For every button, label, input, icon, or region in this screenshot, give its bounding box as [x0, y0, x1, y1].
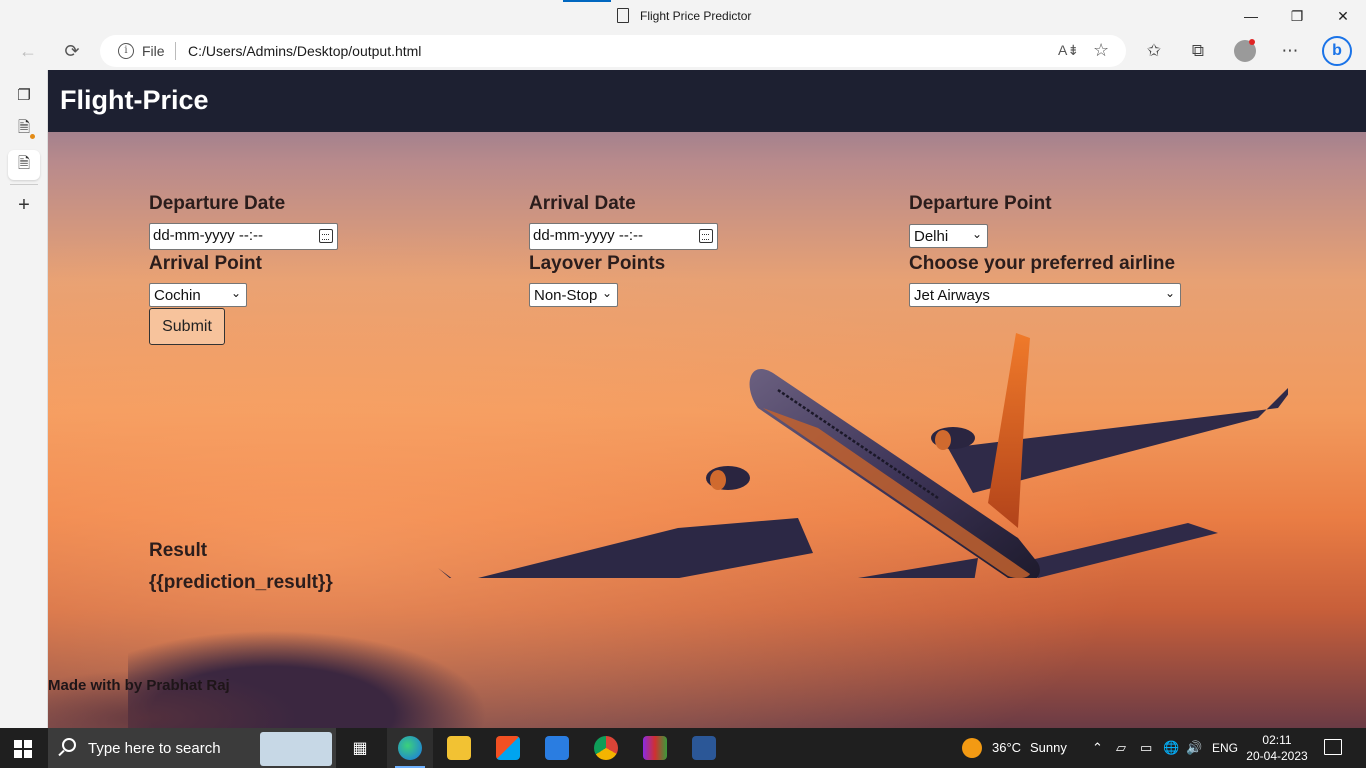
file-explorer-icon[interactable] [436, 728, 482, 768]
clock-date: 20-04-2023 [1246, 749, 1308, 763]
airline-label: Choose your preferred airline [909, 253, 1176, 274]
task-view-icon[interactable]: ▦ [337, 728, 383, 768]
result-value: {{prediction_result}} [149, 572, 333, 593]
chrome-icon[interactable] [583, 728, 629, 768]
meet-now-icon[interactable]: ▱ [1116, 740, 1126, 756]
taskbar-search[interactable]: Type here to search [48, 728, 336, 768]
tab-document-icon[interactable]: 🗎 [8, 114, 40, 144]
airline-value: Jet Airways [914, 287, 990, 304]
departure-date-input[interactable]: dd-mm-yyyy --:-- [149, 223, 338, 250]
chevron-down-icon: ⌄ [230, 286, 241, 300]
arrival-date-label: Arrival Date [529, 193, 636, 214]
weather-temperature[interactable]: 36°C [992, 740, 1021, 755]
departure-point-select[interactable]: Delhi ⌄ [909, 224, 988, 248]
arrival-point-select[interactable]: Cochin ⌄ [149, 283, 247, 307]
departure-date-placeholder: dd-mm-yyyy --:-- [153, 227, 263, 244]
layover-points-label: Layover Points [529, 253, 666, 274]
window-title: Flight Price Predictor [640, 9, 752, 23]
weather-condition[interactable]: Sunny [1030, 740, 1067, 755]
arrival-date-placeholder: dd-mm-yyyy --:-- [533, 227, 643, 244]
window-title-bar: Flight Price Predictor — ❐ ✕ [0, 0, 1366, 32]
new-tab-icon[interactable]: + [8, 190, 40, 220]
notification-center-icon[interactable] [1324, 739, 1342, 755]
chevron-down-icon: ⌄ [1164, 286, 1175, 300]
taskbar-search-placeholder: Type here to search [88, 740, 221, 757]
network-globe-icon[interactable]: 🌐 [1163, 740, 1179, 756]
store-icon[interactable] [485, 728, 531, 768]
minimize-button[interactable]: — [1228, 0, 1274, 32]
collections-icon[interactable]: ⧉ [1182, 38, 1214, 64]
tab-actions-icon[interactable]: ❐ [8, 80, 40, 110]
volume-icon[interactable]: 🔊 [1186, 740, 1202, 756]
footer-credit: Made with by Prabhat Raj [48, 677, 230, 694]
winrar-icon[interactable] [632, 728, 678, 768]
search-highlight-art [260, 732, 332, 766]
layover-points-value: Non-Stop [534, 287, 598, 304]
active-tab-indicator [563, 0, 611, 2]
calendar-icon[interactable] [699, 229, 713, 243]
battery-icon[interactable]: ▭ [1140, 740, 1152, 756]
favorites-icon[interactable]: ✩ [1138, 38, 1170, 64]
word-icon[interactable] [681, 728, 727, 768]
back-button[interactable]: ← [12, 36, 44, 66]
show-hidden-icons-chevron-icon[interactable]: ⌃ [1092, 740, 1103, 756]
chevron-down-icon: ⌄ [971, 227, 982, 241]
airplane-image [438, 333, 1288, 578]
arrival-date-input[interactable]: dd-mm-yyyy --:-- [529, 223, 718, 250]
language-indicator[interactable]: ENG [1212, 741, 1238, 755]
edge-taskbar-icon[interactable] [387, 728, 433, 768]
mail-icon[interactable] [534, 728, 580, 768]
info-icon[interactable]: i [118, 43, 134, 59]
browser-toolbar: ← ⟳ i File C:/Users/Admins/Desktop/outpu… [0, 32, 1366, 70]
add-favorite-icon[interactable]: ☆ [1093, 40, 1109, 61]
arrival-point-label: Arrival Point [149, 253, 262, 274]
site-brand[interactable]: Flight-Price [60, 85, 209, 116]
result-label: Result [149, 540, 208, 561]
page-icon [617, 8, 629, 23]
close-button[interactable]: ✕ [1320, 0, 1366, 32]
restore-button[interactable]: ❐ [1274, 0, 1320, 32]
tab-activity-dot [30, 134, 35, 139]
taskbar: Type here to search ▦ 36°C Sunny ⌃ ▱ ▭ 🌐… [0, 728, 1366, 768]
windows-start-icon[interactable] [14, 740, 32, 758]
refresh-button[interactable]: ⟳ [56, 36, 88, 66]
address-separator [175, 42, 176, 60]
clock-time: 02:11 [1262, 733, 1292, 747]
layover-points-select[interactable]: Non-Stop ⌄ [529, 283, 618, 307]
site-header: Flight-Price [48, 70, 1366, 132]
departure-point-value: Delhi [914, 228, 949, 245]
page-content: Flight-Price Departure Date dd-mm-yyyy -… [48, 70, 1366, 728]
departure-date-label: Departure Date [149, 193, 286, 214]
calendar-icon[interactable] [319, 229, 333, 243]
read-aloud-icon[interactable]: A⇟ [1058, 42, 1079, 59]
vertical-tab-strip: ❐ 🗎 🗎 + [0, 70, 48, 728]
chevron-down-icon: ⌄ [601, 286, 612, 300]
departure-point-label: Departure Point [909, 193, 1052, 214]
search-icon [62, 738, 76, 752]
url-text[interactable]: C:/Users/Admins/Desktop/output.html [188, 43, 421, 59]
tab-active-page-icon[interactable]: 🗎 [8, 150, 40, 180]
airline-select[interactable]: Jet Airways ⌄ [909, 283, 1181, 307]
protocol-label: File [142, 43, 165, 59]
weather-sun-icon [962, 738, 982, 758]
profile-notification-dot [1249, 39, 1255, 45]
more-menu-icon[interactable]: ⋯ [1274, 38, 1306, 64]
arrival-point-value: Cochin [154, 287, 201, 304]
submit-button[interactable]: Submit [149, 308, 225, 345]
system-clock[interactable]: 02:11 20-04-2023 [1240, 732, 1314, 764]
address-bar[interactable]: i File C:/Users/Admins/Desktop/output.ht… [100, 35, 1126, 67]
tab-strip-divider [10, 184, 38, 185]
bing-icon[interactable]: b [1322, 36, 1352, 66]
